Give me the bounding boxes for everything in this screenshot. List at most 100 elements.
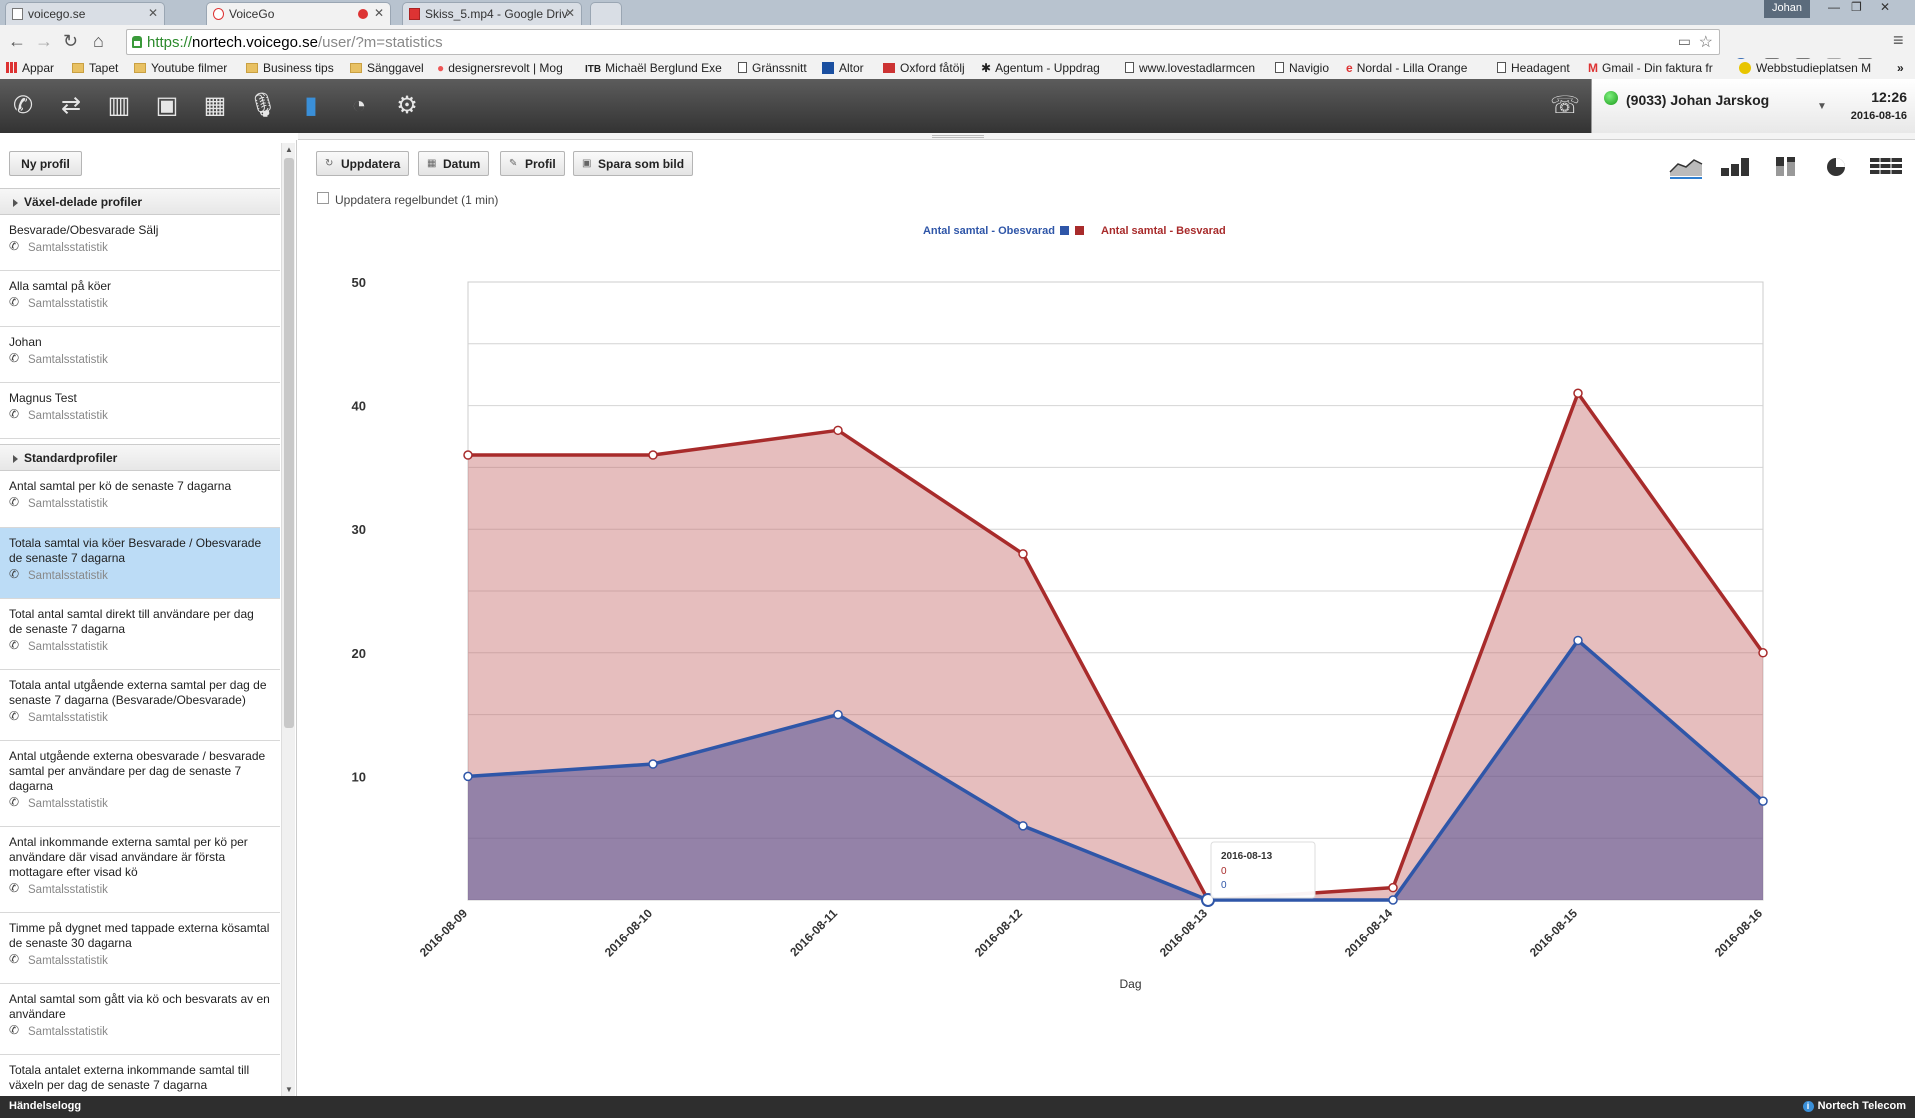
x-tick-label: 2016-08-12 bbox=[972, 906, 1026, 960]
gauge-icon[interactable]: ◔ bbox=[342, 89, 376, 123]
data-point[interactable] bbox=[833, 709, 843, 720]
calendar-icon[interactable]: ▦ bbox=[198, 89, 232, 123]
data-point[interactable] bbox=[1573, 635, 1583, 646]
bookmark-folder[interactable]: Tapet bbox=[72, 61, 118, 75]
data-point[interactable] bbox=[1758, 648, 1768, 658]
data-point[interactable] bbox=[1018, 549, 1028, 559]
close-window-icon[interactable]: ✕ bbox=[1880, 0, 1890, 14]
scrollbar-thumb[interactable] bbox=[284, 158, 294, 728]
group-header-standard[interactable]: Standardprofiler bbox=[0, 444, 280, 471]
bookmark-label: Gmail - Din faktura fr bbox=[1602, 61, 1713, 75]
data-point[interactable] bbox=[1758, 796, 1768, 806]
voicego-icon bbox=[213, 8, 224, 20]
chevron-down-icon[interactable]: ▼ bbox=[1817, 101, 1827, 112]
data-point[interactable] bbox=[648, 450, 658, 460]
bookmark-gmail[interactable]: M Gmail - Din faktura fr bbox=[1588, 61, 1713, 75]
x-tick-label: 2016-08-16 bbox=[1712, 906, 1766, 960]
new-profile-button[interactable]: Ny profil bbox=[9, 151, 82, 176]
home-icon[interactable]: ⌂ bbox=[93, 31, 104, 52]
user-panel[interactable]: (9033) Johan Jarskog ▼ 12:26 2016-08-16 bbox=[1591, 79, 1915, 133]
menu-icon[interactable]: ≡ bbox=[1893, 30, 1904, 51]
sidebar-scrollbar[interactable]: ▲ ▼ bbox=[281, 143, 295, 1096]
profile-sidebar: Ny profil Växel-delade profiler Besvarad… bbox=[0, 140, 297, 1096]
bookmark-site[interactable]: Altor bbox=[822, 61, 864, 75]
briefcase-icon[interactable]: ▣ bbox=[150, 89, 184, 123]
bookmark-folder[interactable]: Youtube filmer bbox=[134, 61, 227, 75]
company-label: i Nortech Telecom bbox=[1802, 1100, 1906, 1112]
data-point[interactable] bbox=[1388, 895, 1398, 905]
bookmark-page[interactable]: Navigio bbox=[1275, 61, 1329, 75]
bookmark-site[interactable]: ● designersrevolt | Mog bbox=[437, 61, 563, 75]
profile-item[interactable]: Besvarade/Obesvarade Sälj ✆ Samtalsstatis… bbox=[0, 215, 280, 271]
data-point[interactable] bbox=[463, 450, 473, 460]
more-bookmarks-icon[interactable]: » bbox=[1897, 61, 1904, 75]
browser-user-chip[interactable]: Johan bbox=[1764, 0, 1810, 18]
profile-item[interactable]: Total antal samtal direkt till användare… bbox=[0, 599, 280, 670]
new-tab-button[interactable] bbox=[590, 2, 622, 25]
bookmark-folder[interactable]: Sänggavel bbox=[350, 61, 424, 75]
forward-icon[interactable]: → bbox=[35, 31, 53, 52]
scroll-down-icon[interactable]: ▼ bbox=[285, 1085, 293, 1094]
close-icon[interactable]: ✕ bbox=[565, 6, 575, 20]
clock-time: 12:26 bbox=[1871, 89, 1907, 105]
profile-item[interactable]: Totala antalet externa inkommande samtal… bbox=[0, 1055, 280, 1096]
back-icon[interactable]: ← bbox=[8, 31, 26, 52]
profile-item[interactable]: Antal utgående externa obesvarade / besv… bbox=[0, 741, 280, 827]
splitter-grip[interactable] bbox=[932, 135, 984, 138]
video-camera-icon[interactable]: ▭ bbox=[1678, 33, 1691, 50]
call-status-icon[interactable]: ☏ bbox=[1548, 89, 1582, 123]
data-point[interactable] bbox=[1018, 821, 1028, 831]
profile-item[interactable]: Antal inkommande externa samtal per kö p… bbox=[0, 827, 280, 913]
close-icon[interactable]: ✕ bbox=[374, 6, 384, 20]
profile-item[interactable]: Magnus Test ✆ Samtalsstatistik bbox=[0, 383, 280, 439]
bookmark-site[interactable]: ITB Michaël Berglund Exe bbox=[585, 61, 722, 75]
profile-item[interactable]: Totala antal utgående externa samtal per… bbox=[0, 670, 280, 741]
gear-icon[interactable]: ⚙ bbox=[390, 89, 424, 123]
profile-item[interactable]: Johan ✆ Samtalsstatistik bbox=[0, 327, 280, 383]
data-point[interactable] bbox=[833, 425, 843, 436]
data-point[interactable] bbox=[1388, 882, 1398, 893]
site-icon bbox=[1739, 62, 1751, 74]
data-point[interactable] bbox=[1573, 388, 1583, 398]
browser-tab-active[interactable]: VoiceGo ✕ bbox=[206, 2, 391, 25]
profile-item[interactable]: Timme på dygnet med tappade externa kösa… bbox=[0, 913, 280, 984]
star-icon[interactable]: ☆ bbox=[1699, 32, 1713, 52]
bookmark-page[interactable]: Gränssnitt bbox=[738, 61, 807, 75]
browser-tab[interactable]: Skiss_5.mp4 - Google Driv ✕ bbox=[402, 2, 582, 25]
bookmark-site[interactable]: Oxford fåtölj bbox=[883, 61, 965, 75]
profile-item-selected[interactable]: Totala samtal via köer Besvarade / Obesv… bbox=[0, 528, 280, 599]
event-log-link[interactable]: Händelselogg bbox=[9, 1100, 81, 1112]
call-transfer-icon[interactable]: ⇄ bbox=[54, 89, 88, 123]
profile-item[interactable]: Antal samtal per kö de senaste 7 dagarna… bbox=[0, 471, 280, 528]
statistics-icon[interactable]: ▮ bbox=[288, 79, 334, 133]
minimize-icon[interactable]: — bbox=[1828, 0, 1840, 14]
contacts-book-icon[interactable]: ▥ bbox=[102, 89, 136, 123]
browser-tab[interactable]: voicego.se ✕ bbox=[5, 2, 165, 25]
profile-item[interactable]: Antal samtal som gått via kö och besvara… bbox=[0, 984, 280, 1055]
bookmark-label: Oxford fåtölj bbox=[900, 61, 965, 75]
reload-icon[interactable]: ↻ bbox=[63, 31, 78, 52]
bookmark-site[interactable]: e Nordal - Lilla Orange bbox=[1346, 61, 1467, 75]
bookmark-label: Sänggavel bbox=[367, 61, 424, 75]
group-header-shared[interactable]: Växel-delade profiler bbox=[0, 188, 280, 215]
bookmark-page[interactable]: www.lovestadlarmcen bbox=[1125, 61, 1255, 75]
phone-icon: ✆ bbox=[9, 495, 20, 509]
close-icon[interactable]: ✕ bbox=[148, 6, 158, 20]
browser-toolbar: ← → ↻ ⌂ https://nortech.voicego.se/user/… bbox=[0, 25, 1915, 74]
phone-icon[interactable]: ✆ bbox=[6, 89, 40, 123]
data-point[interactable] bbox=[648, 759, 658, 769]
scroll-up-icon[interactable]: ▲ bbox=[285, 145, 293, 154]
data-point[interactable] bbox=[463, 771, 473, 782]
bookmark-page[interactable]: Headagent bbox=[1497, 61, 1570, 75]
bookmark-site[interactable]: Webbstudieplatsen M bbox=[1739, 61, 1871, 75]
restore-icon[interactable]: ❐ bbox=[1851, 0, 1862, 14]
tooltip-title: 2016-08-13 bbox=[1221, 851, 1273, 862]
bookmark-apps[interactable]: Appar bbox=[6, 61, 54, 75]
page-icon bbox=[738, 62, 747, 73]
profile-item[interactable]: Alla samtal på köer ✆ Samtalsstatistik bbox=[0, 271, 280, 327]
address-bar[interactable]: https://nortech.voicego.se/user/?m=stati… bbox=[126, 29, 1720, 55]
microphone-icon[interactable]: 🎙 bbox=[246, 89, 280, 123]
calls-area-chart: 10 20 30 40 50 2016-08-09 2016-08-10 2016-08-11… bbox=[352, 225, 1768, 991]
bookmark-folder[interactable]: Business tips bbox=[246, 61, 334, 75]
bookmark-site[interactable]: ✱ Agentum - Uppdrag bbox=[981, 61, 1100, 75]
